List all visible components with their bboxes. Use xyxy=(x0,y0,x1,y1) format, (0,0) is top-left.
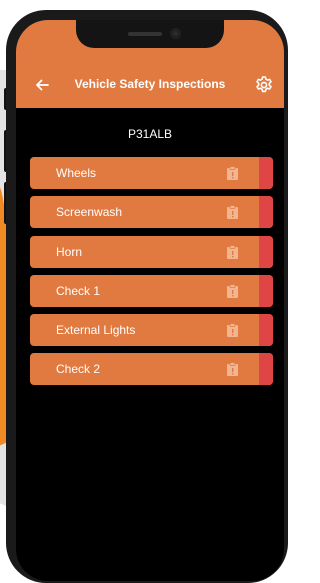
inspection-check-label: Check 2 xyxy=(56,362,101,377)
phone-screen: Vehicle Safety Inspections P31ALB Wheels… xyxy=(16,20,284,581)
clipboard-icon xyxy=(226,205,239,220)
gear-icon xyxy=(256,76,272,93)
status-indicator xyxy=(259,196,273,229)
phone-speaker xyxy=(128,32,162,36)
phone-frame: Vehicle Safety Inspections P31ALB Wheels… xyxy=(6,10,288,583)
stage: Vehicle Safety Inspections P31ALB Wheels… xyxy=(0,0,288,583)
inspection-check-list: Wheels Screenwash Horn Check 1 External Ligh… xyxy=(30,157,273,393)
status-indicator xyxy=(259,157,273,189)
back-button[interactable] xyxy=(32,75,52,95)
clipboard-icon xyxy=(226,323,239,338)
vehicle-registration: P31ALB xyxy=(127,127,173,141)
status-indicator xyxy=(259,235,273,268)
phone-notch xyxy=(76,20,224,48)
inspection-check-item[interactable]: Horn xyxy=(30,235,273,268)
inspection-check-label: Screenwash xyxy=(56,205,123,220)
status-indicator xyxy=(259,314,273,347)
clipboard-icon xyxy=(226,362,239,377)
settings-button[interactable] xyxy=(254,75,274,95)
inspection-check-label: Wheels xyxy=(56,166,97,180)
inspection-check-label: Horn xyxy=(56,244,83,259)
clipboard-icon xyxy=(226,244,239,259)
inspection-check-item[interactable]: Check 1 xyxy=(30,274,273,307)
clipboard-icon xyxy=(226,283,239,298)
arrow-left-icon xyxy=(36,79,49,91)
status-indicator xyxy=(259,353,273,386)
clipboard-icon xyxy=(226,166,239,180)
inspection-check-item[interactable]: Wheels xyxy=(30,157,273,189)
inspection-check-item[interactable]: Screenwash xyxy=(30,196,273,229)
inspection-check-item[interactable]: External Lights xyxy=(30,314,273,347)
inspection-check-label: External Lights xyxy=(56,323,136,338)
status-indicator xyxy=(259,274,273,307)
phone-camera xyxy=(170,28,181,39)
inspection-check-label: Check 1 xyxy=(56,283,101,298)
page-title: Vehicle Safety Inspections xyxy=(74,77,226,91)
inspection-check-item[interactable]: Check 2 xyxy=(30,353,273,386)
